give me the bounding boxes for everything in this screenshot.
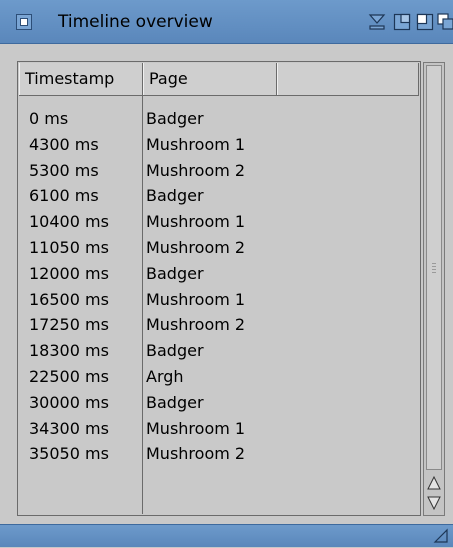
timestamp-cell: 5300 ms [29,160,99,180]
table-row[interactable]: 11050 ms Mushroom 2 [18,235,418,261]
page-cell: Badger [146,392,204,412]
table-row[interactable]: 5300 ms Mushroom 2 [18,158,418,184]
timestamp-cell: 22500 ms [29,366,109,386]
table-row[interactable]: 22500 ms Argh [18,364,418,390]
page-cell: Badger [146,109,204,128]
depth-front-icon[interactable] [416,13,434,31]
timeline-overview-window: Timeline overview Timestamp Page 0 ms Ba… [0,0,453,547]
page-cell: Mushroom 1 [146,289,246,309]
zoom-icon[interactable] [393,13,411,31]
timestamp-cell: 34300 ms [29,418,109,438]
timestamp-cell: 17250 ms [29,315,109,335]
table-row[interactable]: 18300 ms Badger [18,338,418,364]
table-row[interactable]: 12000 ms Badger [18,261,418,287]
content-area: Timestamp Page 0 ms Badger 4300 ms Mushroom… [0,44,453,524]
window-title: Timeline overview [58,12,213,32]
timestamp-cell: 10400 ms [29,212,109,232]
page-cell: Argh [146,366,184,386]
table-row[interactable]: 16500 ms Mushroom 1 [18,287,418,313]
page-cell: Mushroom 2 [146,237,246,257]
page-cell: Mushroom 1 [146,418,246,438]
table-row[interactable]: 0 ms Badger [18,106,418,132]
title-bar[interactable]: Timeline overview [0,0,453,44]
timestamp-cell: 6100 ms [29,186,99,206]
table-row[interactable]: 35050 ms Mushroom 2 [18,441,418,467]
vertical-scrollbar[interactable] [423,62,445,516]
page-cell: Badger [146,186,204,206]
iconify-icon[interactable] [368,13,386,31]
table-row[interactable]: 10400 ms Mushroom 1 [18,209,418,235]
timestamp-cell: 30000 ms [29,392,109,412]
table-row[interactable]: 6100 ms Badger [18,183,418,209]
page-cell: Badger [146,341,204,361]
page-cell: Badger [146,263,204,283]
resize-grip-icon[interactable] [433,528,449,548]
timestamp-cell: 35050 ms [29,444,109,464]
page-cell: Mushroom 1 [146,134,246,154]
arrow-down-icon[interactable] [426,494,442,512]
depth-back-icon[interactable] [437,13,453,31]
table-body: 0 ms Badger 4300 ms Mushroom 1 5300 ms Mushro… [18,106,418,467]
page-cell: Mushroom 2 [146,444,246,464]
close-icon[interactable] [16,14,32,30]
timestamp-cell: 0 ms [29,109,69,128]
page-cell: Mushroom 2 [146,315,246,335]
column-header-empty[interactable] [277,63,419,95]
scroll-knob[interactable] [426,65,442,470]
table-row[interactable]: 30000 ms Badger [18,390,418,416]
column-header-page[interactable]: Page [143,63,277,95]
timestamp-cell: 16500 ms [29,289,109,309]
timestamp-cell: 4300 ms [29,134,99,154]
timestamp-cell: 12000 ms [29,263,109,283]
table-row[interactable]: 17250 ms Mushroom 2 [18,312,418,338]
page-cell: Mushroom 1 [146,212,246,232]
arrow-up-icon[interactable] [426,474,442,492]
timestamp-cell: 18300 ms [29,341,109,361]
table-row[interactable]: 34300 ms Mushroom 1 [18,416,418,442]
column-header-timestamp[interactable]: Timestamp [19,63,143,95]
page-cell: Mushroom 2 [146,160,246,180]
timestamp-cell: 11050 ms [29,237,109,257]
table-row[interactable]: 4300 ms Mushroom 1 [18,132,418,158]
timeline-table[interactable]: Timestamp Page 0 ms Badger 4300 ms Mushroom… [17,61,421,516]
table-header: Timestamp Page [19,63,419,96]
bottom-bar [0,524,453,547]
